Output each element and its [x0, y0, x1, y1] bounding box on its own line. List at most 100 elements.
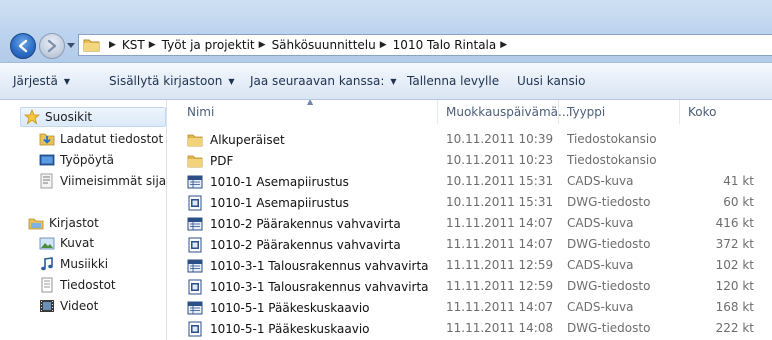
nav-videos[interactable]: Videot: [39, 296, 98, 316]
caret-down-icon: ▼: [390, 77, 397, 86]
column-type-label: Tyyppi: [567, 105, 606, 119]
breadcrumb-projects[interactable]: Työt ja projektit: [162, 38, 255, 52]
file-modified: 11.11.2011 14:07: [446, 237, 554, 251]
desktop-icon: [39, 152, 55, 168]
file-modified: 11.11.2011 12:59: [446, 279, 554, 293]
nav-downloads[interactable]: Ladatut tiedostot: [39, 129, 163, 149]
chevron-right-icon[interactable]: ▶: [380, 40, 387, 50]
file-name-cell: 1010-1 Asemapiirustus: [187, 171, 349, 192]
column-size-label: Koko: [688, 105, 717, 119]
organize-label: Järjestä: [13, 74, 58, 88]
chevron-right-icon[interactable]: ▶: [149, 40, 156, 50]
file-row[interactable]: 1010-3-1 Talousrakennus vahvavirta 11.11.…: [167, 275, 772, 296]
file-modified: 11.11.2011 14:07: [446, 216, 554, 230]
chevron-right-icon[interactable]: ▶: [500, 40, 507, 50]
file-row[interactable]: 1010-3-1 Talousrakennus vahvavirta 11.11.…: [167, 254, 772, 275]
column-header-modified[interactable]: Muokkauspäivämä...: [438, 100, 569, 124]
file-row[interactable]: 1010-2 Päärakennus vahvavirta 11.11.2011 …: [167, 233, 772, 254]
share-with-button[interactable]: Jaa seuraavan kanssa: ▼: [250, 74, 397, 88]
file-row[interactable]: 1010-1 Asemapiirustus 10.11.2011 15:31 CAD…: [167, 170, 772, 191]
file-name: 1010-3-1 Talousrakennus vahvavirta: [210, 258, 429, 273]
file-modified: 11.11.2011 14:08: [446, 321, 554, 335]
file-row[interactable]: 1010-5-1 Pääkeskuskaavio 11.11.2011 14:08…: [167, 317, 772, 338]
column-header-type[interactable]: Tyyppi: [559, 100, 680, 124]
file-name-cell: 1010-3-1 Talousrakennus vahvavirta: [187, 276, 429, 297]
back-button[interactable]: [10, 33, 36, 59]
column-modified-label: Muokkauspäivämä...: [446, 105, 570, 119]
nav-documents-label: Tiedostot: [60, 278, 116, 292]
file-type: DWG-tiedosto: [567, 195, 651, 209]
navigation-pane: Suosikit Ladatut tiedostot Työpöytä Viim…: [0, 100, 167, 340]
file-type: DWG-tiedosto: [567, 279, 651, 293]
breadcrumb-current[interactable]: 1010 Talo Rintala: [393, 38, 497, 52]
dwg-file-icon: [187, 195, 203, 211]
file-row[interactable]: 1010-1 Asemapiirustus 10.11.2011 15:31 DWG…: [167, 191, 772, 212]
file-name-cell: 1010-5-1 Pääkeskuskaavio: [187, 297, 370, 318]
nav-music[interactable]: Musiikki: [39, 254, 108, 274]
address-bar[interactable]: ▶ KST ▶ Työt ja projektit ▶ Sähkösuunnit…: [78, 34, 772, 56]
file-name-cell: PDF: [187, 150, 233, 171]
file-row[interactable]: 1010-2 Päärakennus vahvavirta 11.11.2011 …: [167, 212, 772, 233]
file-name: 1010-3-1 Talousrakennus vahvavirta: [210, 279, 429, 294]
column-header-name[interactable]: ▲ Nimi: [167, 100, 438, 124]
nav-pictures[interactable]: Kuvat: [39, 233, 94, 253]
star-icon: [23, 108, 41, 125]
column-name-label: Nimi: [187, 105, 215, 119]
recent-pages-dropdown-icon[interactable]: [67, 43, 75, 49]
file-name: 1010-1 Asemapiirustus: [210, 174, 349, 189]
new-folder-button[interactable]: Uusi kansio: [517, 74, 585, 88]
breadcrumb-kst[interactable]: KST: [122, 38, 145, 52]
nav-libraries[interactable]: Kirjastot: [28, 213, 99, 233]
downloads-folder-icon: [39, 131, 55, 147]
nav-pictures-label: Kuvat: [60, 236, 95, 250]
file-name-cell: 1010-5-1 Pääkeskuskaavio: [187, 318, 370, 339]
film-icon: [39, 298, 55, 314]
file-size: 60 kt: [723, 195, 754, 209]
nav-documents[interactable]: Tiedostot: [39, 275, 116, 295]
file-size: 168 kt: [715, 300, 754, 314]
file-name-cell: 1010-2 Päärakennus vahvavirta: [187, 234, 401, 255]
organize-button[interactable]: Järjestä ▼: [13, 74, 70, 88]
cads-file-icon: [187, 216, 203, 232]
cads-file-icon: [187, 174, 203, 190]
cads-file-icon: [187, 300, 203, 316]
sort-ascending-icon: ▲: [307, 100, 314, 106]
chevron-right-icon[interactable]: ▶: [259, 40, 266, 50]
file-name-cell: 1010-1 Asemapiirustus: [187, 192, 349, 213]
caret-down-icon: ▼: [228, 77, 235, 86]
file-type: CADS-kuva: [567, 216, 634, 230]
file-modified: 10.11.2011 10:39: [446, 132, 554, 146]
file-modified: 11.11.2011 14:07: [446, 300, 554, 314]
documents-icon: [39, 277, 55, 293]
nav-favorites[interactable]: Suosikit: [20, 107, 166, 127]
nav-desktop-label: Työpöytä: [60, 153, 115, 167]
new-folder-label: Uusi kansio: [517, 74, 586, 88]
include-in-library-button[interactable]: Sisällytä kirjastoon ▼: [109, 74, 235, 88]
file-name: PDF: [210, 153, 234, 168]
nav-desktop[interactable]: Työpöytä: [39, 150, 114, 170]
file-name-cell: 1010-3-1 Talousrakennus vahvavirta: [187, 255, 429, 276]
file-type: Tiedostokansio: [567, 132, 657, 146]
caret-down-icon: ▼: [63, 77, 71, 86]
file-row[interactable]: Alkuperäiset 10.11.2011 10:39 Tiedostokans…: [167, 128, 772, 149]
nav-favorites-label: Suosikit: [45, 110, 93, 124]
column-header-size[interactable]: Koko: [680, 100, 772, 124]
chevron-right-icon[interactable]: ▶: [109, 40, 116, 50]
file-size: 120 kt: [715, 279, 754, 293]
file-name: 1010-2 Päärakennus vahvavirta: [210, 237, 401, 252]
file-type: DWG-tiedosto: [567, 321, 651, 335]
forward-button[interactable]: [39, 33, 65, 59]
nav-recent-places[interactable]: Viimeisimmät sijainn: [39, 171, 166, 191]
pictures-icon: [39, 235, 55, 251]
burn-button[interactable]: Tallenna levylle: [407, 74, 499, 88]
file-row[interactable]: PDF 10.11.2011 10:23 Tiedostokansio: [167, 149, 772, 170]
file-type: DWG-tiedosto: [567, 237, 651, 251]
file-size: 41 kt: [723, 174, 754, 188]
libraries-icon: [28, 215, 44, 231]
file-type: CADS-kuva: [567, 258, 634, 272]
breadcrumb-electrical[interactable]: Sähkösuunnittelu: [272, 38, 376, 52]
share-label: Jaa seuraavan kanssa:: [250, 74, 385, 88]
file-row[interactable]: 1010-5-1 Pääkeskuskaavio 11.11.2011 14:07…: [167, 296, 772, 317]
file-name: 1010-5-1 Pääkeskuskaavio: [210, 321, 370, 336]
file-modified: 10.11.2011 15:31: [446, 174, 554, 188]
